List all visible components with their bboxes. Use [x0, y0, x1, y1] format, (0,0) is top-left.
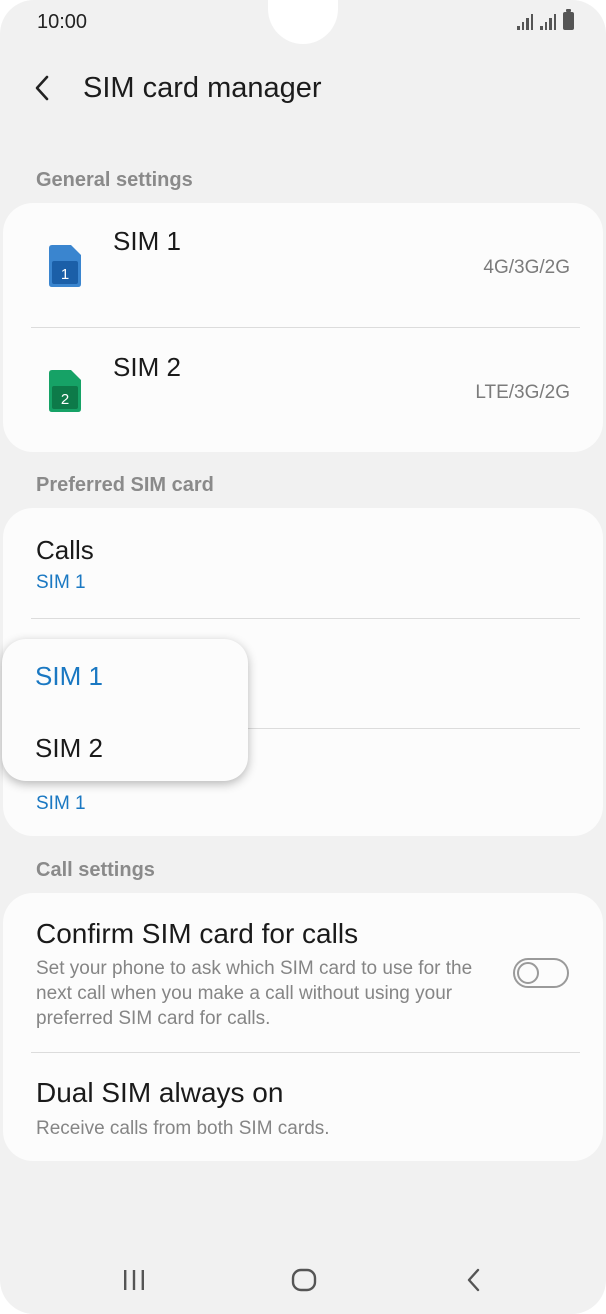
confirm-sim-toggle[interactable]: [513, 958, 569, 988]
sim-network: 4G/3G/2G: [483, 257, 570, 278]
sim-card-icon: 1: [49, 245, 81, 287]
back-arrow-icon[interactable]: [26, 70, 58, 106]
sim-name: SIM 1: [113, 226, 181, 256]
section-label-general: General settings: [36, 169, 193, 191]
dual-sim-row[interactable]: Dual SIM always on Receive calls from bo…: [3, 1053, 603, 1161]
back-icon[interactable]: [454, 1264, 494, 1296]
page-title: SIM card manager: [83, 72, 322, 104]
dual-sim-title: Dual SIM always on: [36, 1077, 284, 1108]
status-icons: [517, 9, 574, 30]
calls-row[interactable]: Calls SIM 1: [3, 508, 603, 618]
toggle-knob: [517, 962, 539, 984]
section-label-preferred: Preferred SIM card: [36, 474, 214, 496]
sim-row-1[interactable]: 1 SIM 1 4G/3G/2G: [3, 203, 603, 327]
phone-screen: 10:00 SIM card manager General settings …: [0, 0, 606, 1314]
sim-select-popup: SIM 1 SIM 2: [2, 639, 248, 781]
sim-row-2[interactable]: 2 SIM 2 LTE/3G/2G: [3, 328, 603, 452]
home-icon[interactable]: [284, 1264, 324, 1296]
sim-network: LTE/3G/2G: [475, 382, 570, 403]
section-label-call-settings: Call settings: [36, 859, 155, 881]
preferred-row-value: SIM 1: [36, 793, 86, 814]
popup-option-sim-1[interactable]: SIM 1: [35, 661, 103, 692]
signal-icon: [517, 12, 533, 30]
recent-apps-icon[interactable]: [114, 1264, 154, 1296]
svg-text:2: 2: [61, 391, 69, 408]
navigation-bar: [0, 1250, 606, 1310]
popup-option-sim-2[interactable]: SIM 2: [35, 733, 103, 764]
calls-value: SIM 1: [36, 572, 86, 593]
confirm-sim-row[interactable]: Confirm SIM card for calls Set your phon…: [3, 893, 603, 1052]
status-time: 10:00: [37, 11, 88, 33]
sim-card-icon: 2: [49, 370, 81, 412]
dual-sim-description: Receive calls from both SIM cards.: [36, 1118, 330, 1139]
confirm-sim-description: Set your phone to ask which SIM card to …: [36, 958, 473, 1029]
svg-text:1: 1: [61, 266, 69, 283]
calls-title: Calls: [36, 535, 94, 565]
sim-name: SIM 2: [113, 352, 181, 382]
sim-list-card: 1 SIM 1 4G/3G/2G 2 SIM 2 LTE/3G/2G: [3, 203, 603, 452]
call-settings-card: Confirm SIM card for calls Set your phon…: [3, 893, 603, 1161]
camera-notch: [268, 0, 338, 44]
confirm-sim-title: Confirm SIM card for calls: [36, 918, 359, 949]
signal-icon: [540, 12, 556, 30]
battery-icon: [563, 9, 574, 30]
